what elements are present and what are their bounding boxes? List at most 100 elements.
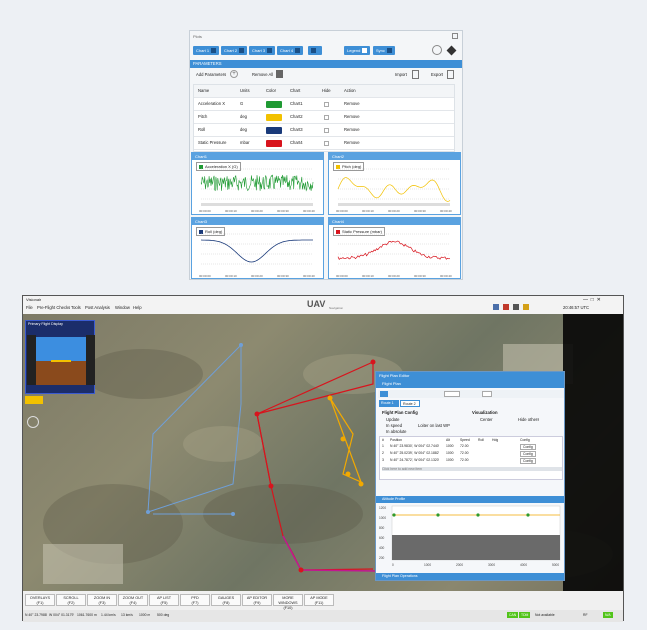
status-tdm: TDM: [519, 612, 531, 618]
wp-speed: 72.00: [460, 458, 469, 462]
profile-xtick: 3000: [488, 563, 495, 567]
config-button[interactable]: Config: [520, 444, 536, 450]
speed-field[interactable]: [482, 391, 492, 397]
toolbar-button-5[interactable]: PFD (F7): [180, 594, 210, 606]
table-row[interactable]: 3 N 40° 24.7872', W 004° 02.1320' 1000 7…: [380, 458, 562, 465]
scrollbar[interactable]: [338, 203, 450, 206]
table-row[interactable]: 2 N 40° 25.0239', W 004° 02.1882' 1000 7…: [380, 451, 562, 458]
table-row[interactable]: Pitch deg Chart2 Remove: [194, 111, 454, 124]
compass-icon[interactable]: [27, 416, 39, 428]
menu-help[interactable]: Help: [133, 305, 142, 310]
settings-icon[interactable]: [432, 45, 442, 55]
hide-others-checkbox[interactable]: Hide others: [518, 417, 539, 422]
remove-button[interactable]: Remove: [344, 127, 360, 132]
toolbar-button-0[interactable]: OVERLAYS (F1): [25, 594, 55, 606]
center-button[interactable]: Center: [480, 417, 493, 422]
export-label[interactable]: Export: [431, 72, 443, 77]
trash-icon[interactable]: [276, 70, 283, 78]
status-lon: W 004° 01.3179': [49, 613, 75, 617]
remove-all-label[interactable]: Remove All: [252, 72, 273, 77]
absolute-option[interactable]: In absolute: [386, 429, 407, 434]
add-parameters-label[interactable]: Add Parameters: [196, 72, 226, 77]
color-swatch[interactable]: [266, 101, 282, 108]
scrollbar[interactable]: [201, 203, 313, 206]
menu-preflight[interactable]: Pre-Flight Checks: [37, 305, 70, 310]
menu-post-analysis[interactable]: Post Analysis: [85, 305, 110, 310]
menu-file[interactable]: File: [26, 305, 33, 310]
toolbar-icon[interactable]: [493, 304, 499, 310]
button-key: (F8): [222, 601, 230, 605]
row-units: G: [240, 101, 244, 106]
speed-option[interactable]: In speed: [386, 423, 402, 428]
tab-route-2[interactable]: Route 2: [400, 400, 420, 407]
legend-toggle[interactable]: Legend: [344, 46, 371, 55]
toolbar-button-9[interactable]: AP MODE (F11): [304, 594, 334, 606]
sync-toggle[interactable]: Sync: [373, 46, 395, 55]
toolbar-button-4[interactable]: AP LIST (F5): [149, 594, 179, 606]
altitude-field[interactable]: [444, 391, 460, 397]
remove-button[interactable]: Remove: [344, 101, 360, 106]
chart-select[interactable]: Chart1: [290, 101, 303, 106]
toolbar-button-3[interactable]: ZOOM OUT (F4): [118, 594, 148, 606]
chart-select[interactable]: Chart4: [290, 140, 303, 145]
table-row[interactable]: Roll deg Chart3 Remove: [194, 124, 454, 137]
chart-chip-1[interactable]: Chart 1: [193, 46, 220, 55]
update-option[interactable]: Update: [386, 417, 400, 422]
chart-chip-4[interactable]: Chart 4: [277, 46, 304, 55]
add-icon[interactable]: +: [230, 70, 238, 78]
toolbar-button-2[interactable]: ZOOM IN (F3): [87, 594, 117, 606]
table-row[interactable]: Acceleration X G Chart1 Remove: [194, 98, 454, 111]
save-icon[interactable]: [380, 391, 388, 397]
window-controls[interactable]: — □ ✕: [583, 297, 601, 303]
chart-panel-3: Chart3 Roll (deg) 00:00:00 00:00:10 00:00:…: [191, 217, 324, 279]
altitude-profile-header: Altitude Profile: [376, 496, 564, 503]
config-button[interactable]: Config: [520, 458, 536, 464]
table-row[interactable]: Static Pressure mbar Chart4 Remove: [194, 137, 454, 150]
toolbar-button-6[interactable]: GAUGES (F8): [211, 594, 241, 606]
map-view[interactable]: Primary Flight Display Flight Plan Edito…: [23, 314, 623, 591]
add-item-hint[interactable]: Click here to add new item: [382, 467, 562, 471]
toolbar-icon[interactable]: [523, 304, 529, 310]
hide-checkbox[interactable]: [324, 128, 329, 133]
status-na: N/A: [603, 612, 613, 618]
menu-window[interactable]: Window: [115, 305, 130, 310]
color-swatch[interactable]: [266, 127, 282, 134]
pin-icon[interactable]: [446, 45, 457, 56]
toolbar-icon[interactable]: [513, 304, 519, 310]
menu-tools[interactable]: Tools: [71, 305, 81, 310]
remove-button[interactable]: Remove: [344, 114, 360, 119]
pfd-title: Primary Flight Display: [28, 322, 63, 326]
hide-checkbox[interactable]: [324, 115, 329, 120]
chart-title: Chart4: [329, 218, 460, 225]
hide-checkbox[interactable]: [324, 102, 329, 107]
color-swatch[interactable]: [266, 114, 282, 121]
hide-checkbox[interactable]: [324, 141, 329, 146]
config-button[interactable]: Config: [520, 451, 536, 457]
export-icon[interactable]: [447, 70, 454, 79]
toolbar-icon[interactable]: [503, 304, 509, 310]
terrain-profile: [392, 535, 560, 560]
x-tick-label: 00:00:40: [440, 274, 452, 278]
ops-header[interactable]: Flight Plan Operations: [376, 573, 564, 580]
close-icon[interactable]: [452, 33, 458, 39]
parameters-table: Name Units Color Chart Hide Action Accel…: [193, 84, 455, 152]
import-icon[interactable]: [412, 70, 419, 79]
chart-select[interactable]: Chart2: [290, 114, 303, 119]
table-row[interactable]: 1 N 40° 23.9830', W 004° 02.7440' 1000 7…: [380, 444, 562, 451]
import-label[interactable]: Import: [395, 72, 407, 77]
plot-window-title: Plots: [193, 34, 202, 39]
chart-chip-3[interactable]: Chart 3: [249, 46, 276, 55]
grid-layout-button[interactable]: [308, 46, 322, 55]
toolbar-button-7[interactable]: AP EDITOR (F9): [242, 594, 272, 606]
remove-button[interactable]: Remove: [344, 140, 360, 145]
chart-select[interactable]: Chart3: [290, 127, 303, 132]
flight-plan-editor: Flight Plan Editor Flight Plan Route 1 R…: [375, 371, 565, 581]
toolbar-button-8[interactable]: MORE WINDOWS (F10): [273, 594, 303, 610]
x-tick-label: 00:00:30: [414, 274, 426, 278]
toolbar-button-1[interactable]: SCROLL (F2): [56, 594, 86, 606]
button-key: (F11): [314, 601, 324, 605]
loiter-option[interactable]: Loiter on last WP: [418, 423, 450, 428]
tab-route-1[interactable]: Route 1: [379, 400, 399, 407]
chart-chip-2[interactable]: Chart 2: [221, 46, 248, 55]
color-swatch[interactable]: [266, 140, 282, 147]
